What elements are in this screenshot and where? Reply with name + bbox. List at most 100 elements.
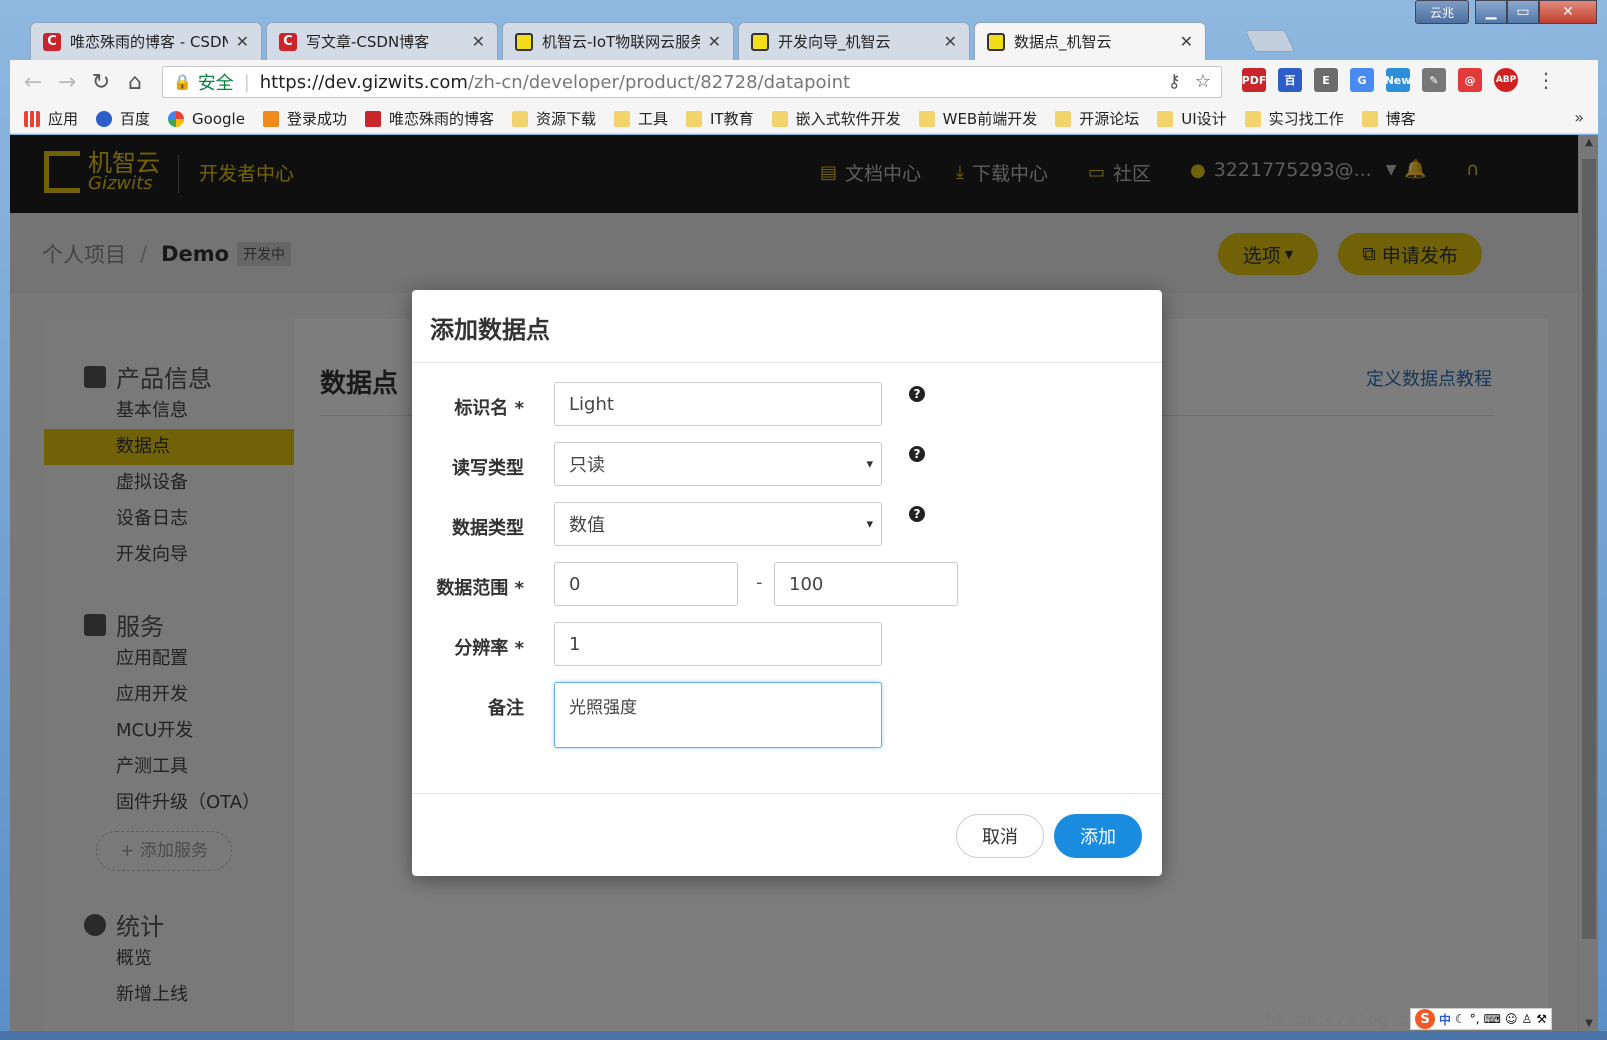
resolution-label: 分辨率 * bbox=[454, 638, 524, 659]
identifier-input[interactable]: Light bbox=[554, 382, 882, 426]
bookmark-label: IT教育 bbox=[710, 110, 754, 128]
folder-icon bbox=[686, 110, 702, 127]
rw-type-select[interactable]: 只读 bbox=[554, 442, 882, 486]
bookmark-login[interactable]: 登录成功 bbox=[262, 108, 347, 129]
close-icon[interactable]: ✕ bbox=[472, 32, 485, 51]
help-icon[interactable]: ? bbox=[909, 506, 925, 522]
bookmark-label: 应用 bbox=[48, 110, 79, 128]
user-icon[interactable]: ☺ bbox=[1505, 1012, 1518, 1026]
back-icon[interactable]: ← bbox=[16, 70, 50, 95]
bookmark-label: Google bbox=[192, 109, 245, 128]
baidu-extension-icon[interactable]: 百 bbox=[1278, 68, 1302, 92]
home-icon[interactable]: ⌂ bbox=[118, 70, 152, 95]
folder-icon bbox=[1157, 110, 1174, 127]
bookmark-folder[interactable]: WEB前端开发 bbox=[918, 108, 1038, 129]
bookmark-folder[interactable]: IT教育 bbox=[686, 108, 754, 129]
shirt-icon[interactable]: ♙ bbox=[1521, 1012, 1532, 1026]
pdf-extension-icon[interactable]: PDF bbox=[1242, 68, 1266, 92]
ime-mode[interactable]: 中 bbox=[1439, 1011, 1451, 1028]
url-path: /zh-cn/developer/product/82728/datapoint bbox=[467, 71, 851, 93]
bookmark-apps[interactable]: 应用 bbox=[24, 108, 78, 129]
yun-button[interactable]: 云兆 bbox=[1415, 0, 1469, 24]
taskbar bbox=[0, 1031, 1607, 1040]
folder-icon bbox=[918, 110, 935, 127]
tab-title: 数据点_机智云 bbox=[1014, 33, 1112, 51]
bookmark-label: UI设计 bbox=[1181, 110, 1227, 128]
close-icon[interactable]: ✕ bbox=[236, 32, 249, 51]
bookmark-folder[interactable]: 开源论坛 bbox=[1055, 108, 1139, 129]
moon-icon[interactable]: ☾ bbox=[1455, 1012, 1466, 1026]
ime-toolbar[interactable]: S 中 ☾ °, ⌨ ☺ ♙ ⚒ bbox=[1410, 1008, 1552, 1030]
bookmark-csdn[interactable]: 唯恋殊雨的博客 bbox=[364, 108, 494, 129]
bookmark-folder[interactable]: 嵌入式软件开发 bbox=[771, 108, 901, 129]
evernote-extension-icon[interactable]: E bbox=[1314, 68, 1338, 92]
forward-icon[interactable]: → bbox=[50, 70, 84, 95]
remark-label: 备注 bbox=[488, 698, 524, 719]
data-type-select[interactable]: 数值 bbox=[554, 502, 882, 546]
menu-icon[interactable]: ⋮ bbox=[1536, 68, 1556, 92]
reload-icon[interactable]: ↻ bbox=[84, 70, 118, 95]
range-min-input[interactable]: 0 bbox=[554, 562, 738, 606]
bookmark-label: 登录成功 bbox=[286, 110, 347, 128]
close-icon[interactable]: ✕ bbox=[944, 32, 957, 51]
tab-strip: C 唯恋殊雨的博客 - CSDN ✕ C 写文章-CSDN博客 ✕ 机智云-Io… bbox=[10, 22, 1410, 60]
close-icon[interactable]: ✕ bbox=[1180, 32, 1193, 51]
csdn-icon: C bbox=[279, 32, 297, 51]
close-icon[interactable]: ✕ bbox=[708, 32, 721, 51]
bookmark-label: WEB前端开发 bbox=[942, 110, 1038, 128]
csdn-icon: C bbox=[43, 32, 61, 51]
bookmark-label: 实习找工作 bbox=[1268, 110, 1344, 128]
bookmark-label: 嵌入式软件开发 bbox=[795, 110, 901, 128]
tab-csdn-write[interactable]: C 写文章-CSDN博客 ✕ bbox=[266, 22, 498, 60]
bookmark-folder[interactable]: 博客 bbox=[1361, 108, 1416, 129]
gizwits-icon bbox=[987, 32, 1005, 51]
bookmark-folder[interactable]: UI设计 bbox=[1157, 108, 1227, 129]
range-label: 数据范围 * bbox=[436, 578, 524, 599]
key-icon[interactable]: ⚷ bbox=[1168, 71, 1181, 92]
remark-textarea[interactable]: 光照强度 bbox=[554, 682, 882, 748]
new-extension-icon[interactable]: New bbox=[1385, 68, 1411, 92]
data-type-label: 数据类型 bbox=[452, 518, 524, 539]
maximize-button[interactable]: ▭ bbox=[1507, 0, 1539, 24]
bookmark-folder[interactable]: 工具 bbox=[613, 108, 668, 129]
bookmarks-overflow-icon[interactable]: » bbox=[1574, 108, 1584, 127]
bookmark-google[interactable]: Google bbox=[168, 110, 245, 128]
translate-extension-icon[interactable]: G bbox=[1350, 68, 1374, 92]
folder-icon bbox=[1361, 110, 1378, 127]
cancel-button[interactable]: 取消 bbox=[956, 814, 1044, 858]
window-controls: 云兆 ▁ ▭ ✕ bbox=[1415, 0, 1597, 24]
adblock-extension-icon[interactable]: ABP bbox=[1494, 68, 1518, 92]
star-icon[interactable]: ☆ bbox=[1195, 71, 1211, 92]
new-tab-button[interactable] bbox=[1244, 30, 1296, 52]
help-icon[interactable]: ? bbox=[909, 446, 925, 462]
close-window-button[interactable]: ✕ bbox=[1539, 0, 1597, 24]
rw-type-value: 只读 bbox=[569, 455, 605, 476]
divider: | bbox=[243, 71, 250, 93]
keyboard-icon[interactable]: ⌨ bbox=[1484, 1012, 1501, 1026]
eyedropper-extension-icon[interactable]: ✎ bbox=[1422, 68, 1446, 92]
identifier-label: 标识名 * bbox=[454, 398, 524, 419]
resolution-input[interactable]: 1 bbox=[554, 622, 882, 666]
dialog-title: 添加数据点 bbox=[430, 316, 550, 344]
tab-gizwits-iot[interactable]: 机智云-IoT物联网云服务 ✕ bbox=[502, 22, 734, 60]
bookmark-folder[interactable]: 实习找工作 bbox=[1244, 108, 1344, 129]
tab-csdn-blog[interactable]: C 唯恋殊雨的博客 - CSDN ✕ bbox=[30, 22, 262, 60]
folder-icon bbox=[613, 110, 630, 127]
weibo-extension-icon[interactable]: @ bbox=[1458, 68, 1482, 92]
bookmarks-bar: 应用 百度 Google 登录成功 唯恋殊雨的博客 资源下载 工具 IT教育 嵌… bbox=[10, 104, 1598, 134]
minimize-button[interactable]: ▁ bbox=[1475, 0, 1507, 24]
bookmark-folder[interactable]: 资源下载 bbox=[511, 108, 596, 129]
bookmark-baidu[interactable]: 百度 bbox=[96, 108, 150, 129]
tab-datapoint[interactable]: 数据点_机智云 ✕ bbox=[974, 22, 1206, 60]
range-max-input[interactable]: 100 bbox=[774, 562, 958, 606]
extensions: PDF 百 E G New ✎ @ ABP ⋮ bbox=[1242, 68, 1556, 92]
address-bar[interactable]: 🔒 安全 | https://dev.gizwits.com /zh-cn/de… bbox=[162, 66, 1222, 98]
gizwits-icon bbox=[751, 32, 769, 51]
bookmark-label: 资源下载 bbox=[535, 110, 596, 128]
punctuation-icon[interactable]: °, bbox=[1470, 1012, 1480, 1026]
wrench-icon[interactable]: ⚒ bbox=[1536, 1012, 1547, 1026]
tab-dev-guide[interactable]: 开发向导_机智云 ✕ bbox=[738, 22, 970, 60]
add-button[interactable]: 添加 bbox=[1054, 814, 1142, 858]
rw-type-label: 读写类型 bbox=[452, 458, 524, 479]
help-icon[interactable]: ? bbox=[909, 386, 925, 402]
